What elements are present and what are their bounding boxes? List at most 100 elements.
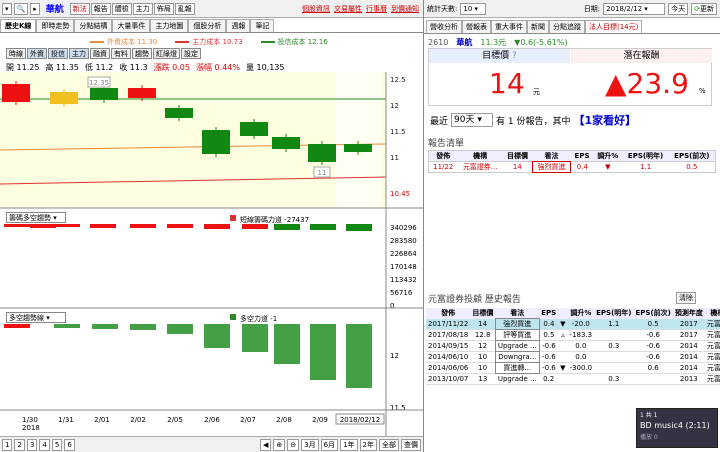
tab-1[interactable]: 即時走勢: [36, 19, 75, 32]
chip-trend-selector[interactable]: 籌碼多空趨勢 ▾: [6, 212, 66, 223]
popup-sub: 播放 0: [640, 434, 658, 441]
tab-3[interactable]: 大量事件: [112, 19, 151, 32]
page-button-5[interactable]: 6: [64, 438, 75, 451]
date-tick: 1/30: [22, 416, 38, 424]
history-row[interactable]: 2014/06/1010Downgra...-0.60.0-0.62014元富證: [426, 351, 720, 363]
history-row[interactable]: 2017/11/22 14 強烈買進0.4 ▼ -20.0 1.1 0.5 2017 元富證: [426, 318, 720, 330]
zoom-range-1[interactable]: 6月: [320, 438, 339, 451]
page-button-3[interactable]: 4: [39, 438, 50, 451]
indicator-button-4[interactable]: 融資: [90, 48, 110, 59]
price-tick: 12: [390, 102, 399, 110]
candle-body: [240, 122, 268, 136]
price-tick: 11.5: [390, 128, 406, 136]
trend-line-selector[interactable]: 多空趨勢線 ▾: [6, 312, 66, 323]
menu-dropdown[interactable]: ▾: [2, 2, 12, 15]
left-toolbar: ▾ 🔍 ▸ 華航 新法 報告 體檢 主力 佈局 亂報 個股資訊 交易屬性 行事曆 到價通知: [0, 0, 423, 18]
page-button-0[interactable]: 1: [2, 438, 13, 451]
tab-2[interactable]: 分點結構: [74, 19, 113, 32]
history-body: 2017/11/2214強烈買進0.4▼-20.01.10.52017元富證20…: [426, 318, 720, 385]
history-header: EPS(前次): [635, 309, 671, 318]
feature-button-5[interactable]: 亂報: [174, 2, 195, 15]
report-cell: 1.1: [640, 163, 652, 171]
indicator-button-6[interactable]: 趨勢: [132, 48, 152, 59]
scroll-left-button[interactable]: ◀: [259, 438, 272, 451]
zoom-out-button[interactable]: ⊖: [287, 438, 300, 451]
right-tab-1[interactable]: 營報表: [462, 20, 491, 33]
indicator-button-5[interactable]: 有料: [111, 48, 131, 59]
history-row[interactable]: 2017/08/18 12.8評等買進0.5 ▵ -183.3 -0.6 2017 元富證: [426, 329, 720, 341]
page-button-2[interactable]: 3: [26, 438, 38, 451]
right-tab-5[interactable]: 法人目標(14元): [585, 20, 643, 33]
high-tag-label: 12.35: [89, 79, 109, 87]
help-icon[interactable]: ?: [512, 51, 517, 61]
toolbar-link-1[interactable]: 交易屬性: [334, 4, 362, 14]
zoom-range-0[interactable]: 3月: [301, 438, 319, 451]
indicator-button-7[interactable]: 紅綠燈: [153, 48, 180, 59]
history-cell: 10: [478, 353, 488, 361]
history-row[interactable]: 2013/10/07 13 Upgrade ... 0.2 0.3 2013 元富證: [426, 374, 720, 385]
toolbar-link-0[interactable]: 個股資訊: [302, 4, 330, 14]
indicator-button-2[interactable]: 投信: [48, 48, 68, 59]
zoom-range-2[interactable]: 1年: [340, 438, 358, 451]
history-cell: [594, 352, 633, 363]
indicator-button-8[interactable]: 設定: [181, 48, 201, 59]
trend-force-bar: [310, 324, 336, 380]
date-label: 日期:: [583, 4, 601, 13]
toolbar-link-3[interactable]: 到價通知: [391, 4, 419, 14]
chip-force-tick: 56716: [390, 289, 413, 297]
history-cell: 評等買進: [494, 329, 540, 341]
history-cell: Upgrade ...: [497, 375, 537, 383]
history-cell: 元富證: [706, 353, 720, 361]
history-row[interactable]: 2014/06/06 10 買進轉...-0.6 ▼-300.0 0.6 2014 元富證: [426, 362, 720, 374]
tab-7[interactable]: 筆記: [250, 19, 275, 32]
search-button[interactable]: 🔍: [13, 2, 29, 15]
panel-splitter[interactable]: [423, 0, 424, 452]
right-toolbar: 統計天數: 10 ▾ 日期: 2018/2/12 ▾ 今天 ⟳更新: [424, 0, 720, 18]
history-cell: 0.5: [647, 319, 659, 328]
date-tick: 2/01: [94, 416, 110, 424]
search-icon: 🔍: [16, 4, 26, 13]
right-tab-3[interactable]: 新聞: [527, 20, 549, 33]
history-cell: -0.6: [646, 353, 660, 361]
target-price-value: 14: [489, 67, 525, 100]
tab-6[interactable]: 週報: [226, 19, 251, 32]
zoom-range-3[interactable]: 2年: [359, 438, 377, 451]
days-select[interactable]: 90天 ▾: [451, 113, 494, 127]
indicator-button-3[interactable]: 主力: [69, 48, 89, 59]
history-cell: 0.3: [608, 342, 620, 350]
tab-0[interactable]: 歷史K線: [0, 19, 37, 32]
indicator-button-1[interactable]: 外資: [27, 48, 47, 59]
refresh-button[interactable]: ⟳更新: [691, 2, 717, 15]
zoom-range-4[interactable]: 全部: [379, 438, 399, 451]
zoom-range-5[interactable]: 查價: [401, 438, 421, 451]
feature-button-1[interactable]: 報告: [90, 2, 111, 15]
clear-button[interactable]: 清除: [676, 292, 696, 304]
history-row[interactable]: 2014/09/15 12 Upgrade ... -0.6 0.0 0.3 -0.6 201…: [426, 340, 720, 352]
page-button-4[interactable]: 5: [51, 438, 63, 451]
next-button[interactable]: ▸: [30, 2, 40, 15]
right-tab-0[interactable]: 營收分析: [426, 20, 462, 33]
today-button[interactable]: 今天: [668, 2, 689, 15]
zoom-in-button[interactable]: ⊕: [273, 438, 286, 451]
feature-button-0[interactable]: 新法: [69, 2, 90, 15]
refresh-label: 更新: [700, 4, 714, 13]
report-table: 發佈 機構 目標價 看法 EPS 調升% EPS(明年) EPS(前次) 11/22 元富證券.…: [428, 150, 716, 173]
history-cell: -300.0: [569, 364, 593, 372]
feature-button-2[interactable]: 體檢: [111, 2, 132, 15]
feature-button-3[interactable]: 主力: [132, 2, 153, 15]
date-axis: 1/30 1/31 2/01 2/02 2/05 2/06 2/07 2/08 2/09 2018…: [22, 413, 385, 425]
right-tab-2[interactable]: 重大事件: [491, 20, 527, 33]
report-row[interactable]: 11/22 元富證券... 14 強烈買進 0.4 ▼ 1.1 0.5: [428, 161, 716, 173]
media-popup[interactable]: 1 共 1 BD music4 (2:11) 播放 0: [636, 408, 718, 448]
chip-force-axis: 340296 283580 226864 170148 113432 56716 0: [390, 224, 417, 310]
tab-4[interactable]: 主力地圖: [150, 19, 189, 32]
toolbar-link-2[interactable]: 行事曆: [366, 4, 387, 14]
date-tick: 2/09: [312, 416, 328, 424]
feature-button-4[interactable]: 佈局: [153, 2, 174, 15]
count-select[interactable]: 10 ▾: [460, 2, 487, 15]
indicator-button-0[interactable]: 時線: [6, 48, 26, 59]
page-button-1[interactable]: 2: [14, 438, 25, 451]
tab-5[interactable]: 個股分析: [188, 19, 227, 32]
date-picker[interactable]: 2018/2/12 ▾: [603, 2, 666, 15]
right-tab-4[interactable]: 分點追蹤: [549, 20, 585, 33]
